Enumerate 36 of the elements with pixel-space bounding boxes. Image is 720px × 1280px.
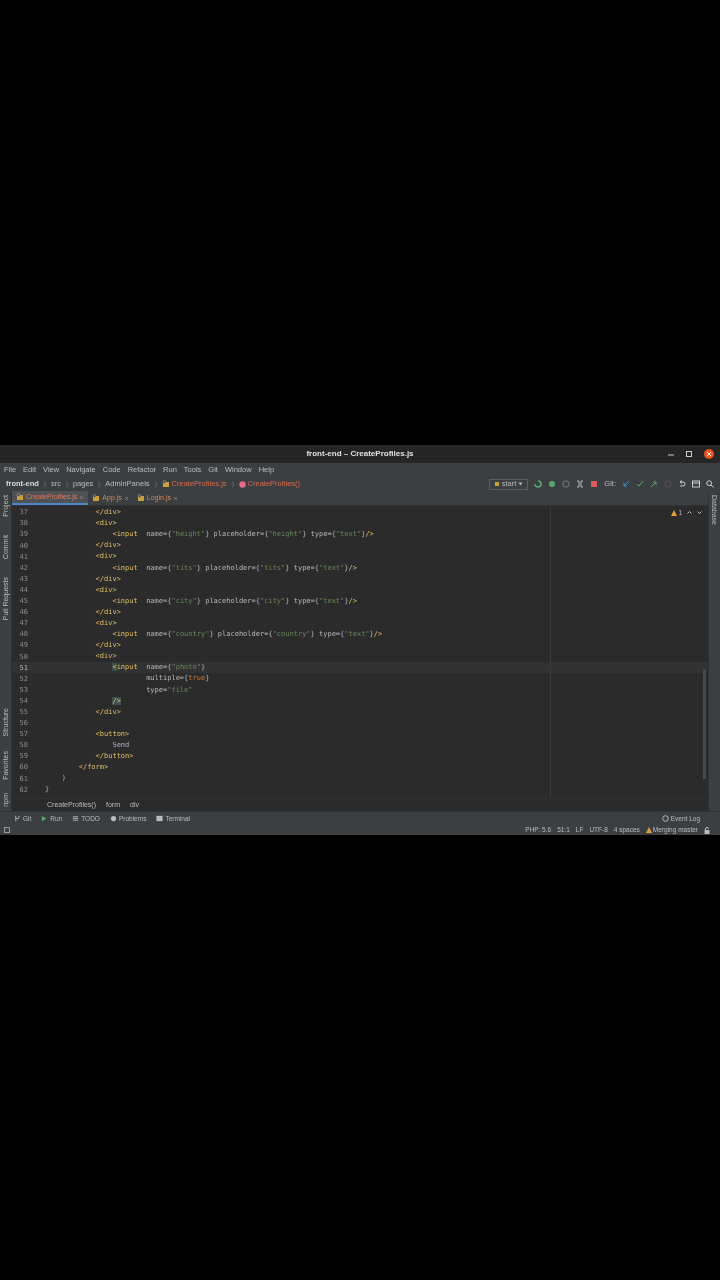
commit-check-icon[interactable] bbox=[636, 480, 644, 488]
chevron-right-icon bbox=[97, 480, 102, 488]
stop-icon[interactable] bbox=[590, 480, 599, 488]
push-icon[interactable] bbox=[650, 480, 658, 488]
function-icon bbox=[238, 480, 246, 488]
js-file-icon bbox=[136, 494, 145, 502]
warning-icon bbox=[645, 827, 652, 833]
window-layout-icon[interactable] bbox=[692, 480, 700, 488]
warning-icon bbox=[671, 509, 678, 516]
panel-toggle-icon[interactable] bbox=[4, 827, 10, 833]
list-icon bbox=[72, 815, 80, 822]
previous-icon[interactable] bbox=[687, 510, 692, 516]
search-icon[interactable] bbox=[706, 480, 714, 488]
window-title: front-end – CreateProfiles.js bbox=[306, 448, 414, 460]
branch-icon bbox=[14, 815, 21, 822]
chevron-right-icon bbox=[230, 480, 235, 488]
minimize-icon[interactable] bbox=[668, 451, 674, 457]
debug-icon[interactable] bbox=[548, 480, 557, 488]
next-icon[interactable] bbox=[697, 510, 702, 516]
js-file-icon bbox=[16, 493, 24, 501]
caret-icon bbox=[518, 482, 524, 486]
js-file-icon bbox=[92, 494, 101, 502]
chevron-right-icon bbox=[64, 480, 69, 488]
lock-icon[interactable] bbox=[704, 826, 710, 834]
chevron-right-icon bbox=[42, 480, 47, 488]
rollback-icon[interactable] bbox=[678, 480, 686, 488]
play-icon bbox=[41, 815, 49, 822]
rerun-icon[interactable] bbox=[534, 480, 543, 488]
restore-icon[interactable] bbox=[686, 451, 692, 457]
js-file-icon bbox=[161, 480, 170, 488]
bubble-icon bbox=[661, 815, 669, 822]
terminal-icon bbox=[156, 815, 164, 822]
chevron-right-icon bbox=[153, 480, 158, 488]
close-icon[interactable] bbox=[704, 449, 714, 459]
attach-icon[interactable] bbox=[576, 480, 585, 488]
update-icon[interactable] bbox=[622, 480, 630, 488]
